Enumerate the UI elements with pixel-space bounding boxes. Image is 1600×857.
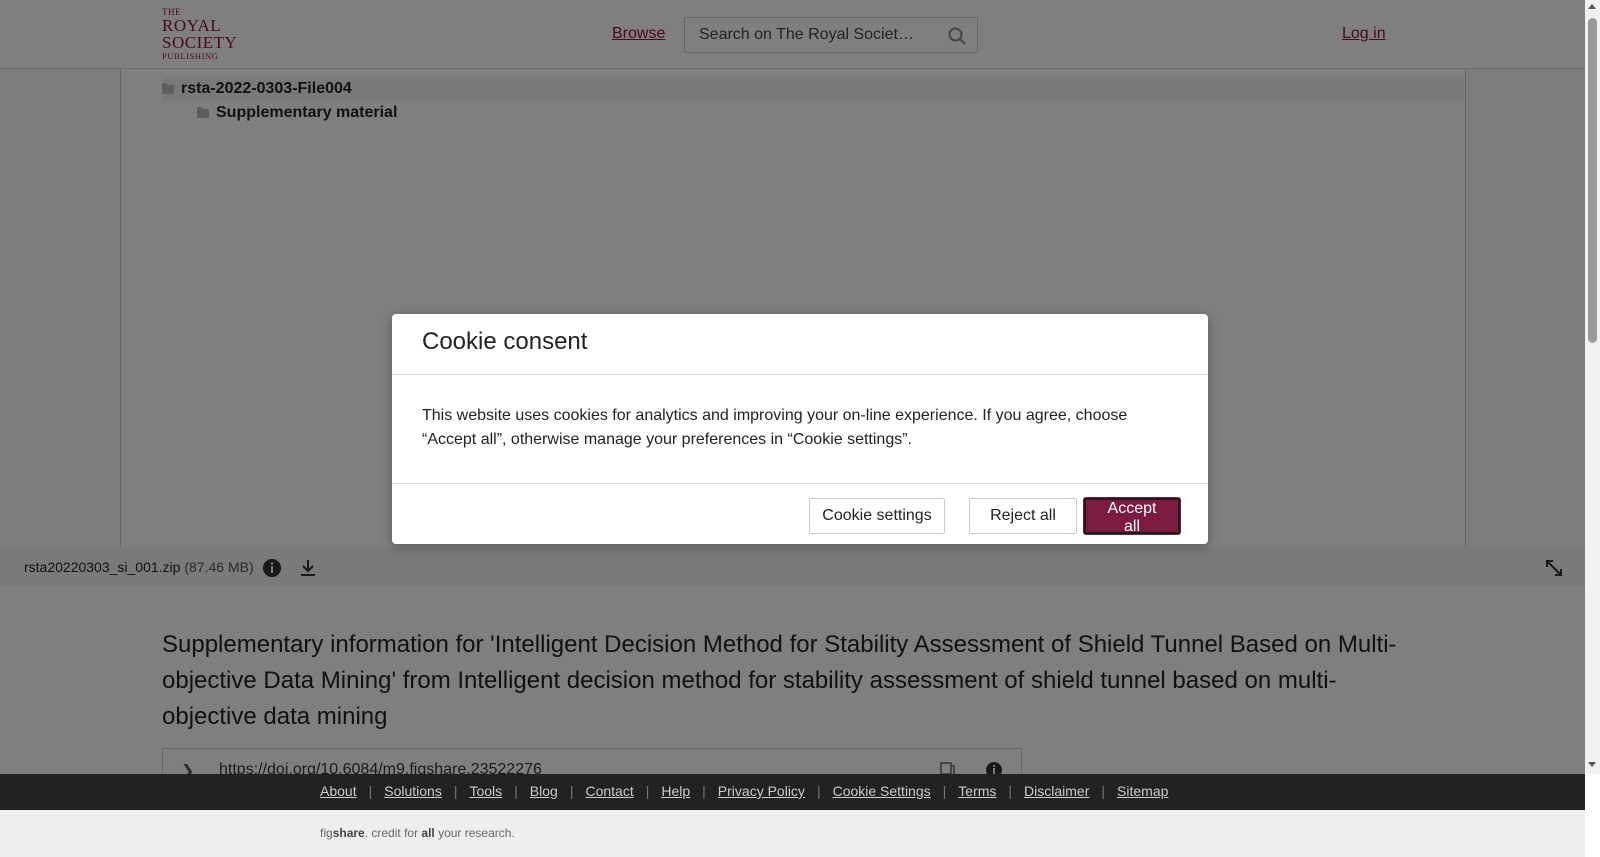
- footer-link-disclaimer[interactable]: Disclaimer: [1024, 783, 1089, 799]
- footer-link-solutions[interactable]: Solutions: [384, 783, 442, 799]
- footer-separator: |: [368, 783, 373, 799]
- footer-link-sitemap[interactable]: Sitemap: [1117, 783, 1168, 799]
- footer-separator: |: [569, 783, 574, 799]
- scroll-down-arrow-icon[interactable]: [1588, 762, 1596, 767]
- reject-all-button[interactable]: Reject all: [969, 498, 1077, 534]
- footer-link-cookie-settings[interactable]: Cookie Settings: [833, 783, 931, 799]
- footer-separator: |: [645, 783, 650, 799]
- scroll-up-arrow-icon[interactable]: [1588, 4, 1596, 9]
- scrollbar-thumb[interactable]: [1588, 18, 1597, 343]
- footer-link-privacy-policy[interactable]: Privacy Policy: [718, 783, 805, 799]
- footer-link-contact[interactable]: Contact: [585, 783, 633, 799]
- page-scrollbar[interactable]: [1585, 0, 1600, 774]
- modal-body: This website uses cookies for analytics …: [422, 407, 1128, 448]
- modal-footer: Cookie settings Reject all Accept all: [392, 483, 1208, 544]
- credit-fig: fig: [320, 826, 333, 840]
- footer-credit-bar: figshare. credit for all your research.: [0, 810, 1585, 857]
- modal-title: Cookie consent: [422, 328, 588, 355]
- footer-separator: |: [942, 783, 947, 799]
- cookie-consent-dialog: Cookie consent This website uses cookies…: [392, 314, 1208, 544]
- footer-separator: |: [514, 783, 518, 799]
- footer-nav: About | Solutions | Tools | Blog | Contact | Help |…: [0, 774, 1585, 810]
- cookie-settings-button[interactable]: Cookie settings: [809, 498, 945, 534]
- modal-header: Cookie consent: [392, 314, 1208, 375]
- footer-link-tools[interactable]: Tools: [469, 783, 502, 799]
- footer-link-terms[interactable]: Terms: [958, 783, 996, 799]
- footer-links: About | Solutions | Tools | Blog | Contact | Help |…: [320, 783, 1168, 799]
- footer-separator: |: [702, 783, 706, 799]
- footer-separator: |: [1101, 783, 1106, 799]
- footer-link-blog[interactable]: Blog: [530, 783, 558, 799]
- accept-all-button[interactable]: Accept all: [1084, 498, 1180, 535]
- footer-link-about[interactable]: About: [320, 783, 357, 799]
- figshare-credit: figshare. credit for all your research.: [320, 826, 515, 840]
- footer-separator: |: [453, 783, 458, 799]
- footer-separator: |: [816, 783, 821, 799]
- footer-link-help[interactable]: Help: [661, 783, 690, 799]
- credit-mid: . credit for: [364, 826, 422, 840]
- footer-separator: |: [1008, 783, 1013, 799]
- credit-share: share: [332, 826, 365, 840]
- credit-end: your research.: [434, 826, 515, 840]
- credit-all: all: [421, 826, 435, 840]
